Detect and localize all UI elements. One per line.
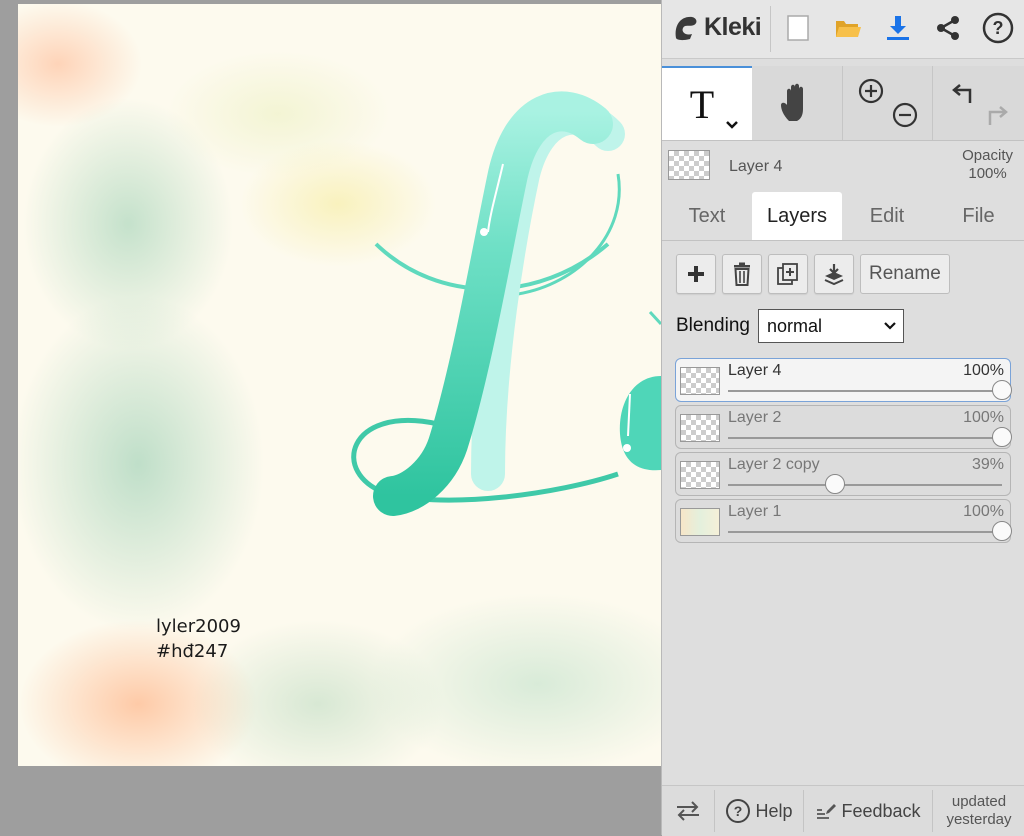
layer-name: Layer 2 copy <box>728 456 820 473</box>
slider-knob[interactable] <box>992 380 1012 400</box>
layer-thumbnail <box>680 508 720 536</box>
help-button[interactable]: ? <box>980 10 1016 46</box>
layer-opacity: 100% <box>963 362 1004 379</box>
tab-layers[interactable]: Layers <box>752 192 842 240</box>
help-icon: ? <box>982 12 1014 44</box>
hand-tool-button[interactable] <box>752 66 842 140</box>
add-layer-button[interactable] <box>676 254 716 294</box>
layer-item[interactable]: Layer 2 100% <box>675 405 1012 449</box>
kleki-logo-icon <box>675 16 697 41</box>
feedback-link[interactable]: Feedback <box>804 786 932 836</box>
help-link[interactable]: ? Help <box>715 786 803 836</box>
layer-item[interactable]: Layer 4 100% <box>675 358 1012 402</box>
download-button[interactable] <box>880 10 916 46</box>
current-layer-thumbnail <box>668 150 710 180</box>
layer-opacity-slider[interactable] <box>728 380 1012 400</box>
side-panel: Kleki ? T Layer 4 Opacity 100% Text Laye… <box>661 0 1024 836</box>
zoom-buttons[interactable] <box>842 66 932 140</box>
slider-knob[interactable] <box>992 521 1012 541</box>
feedback-label: Feedback <box>841 800 921 821</box>
signature-line-1: lyler2009 <box>156 616 241 637</box>
layer-thumbnail <box>680 367 720 395</box>
svg-text:?: ? <box>993 18 1004 38</box>
top-toolbar: Kleki ? <box>662 0 1024 59</box>
current-layer-opacity: Opacity 100% <box>962 147 1013 183</box>
help-label: Help <box>755 800 793 821</box>
svg-text:T: T <box>690 82 714 127</box>
open-folder-icon <box>836 21 861 37</box>
logo-text: Kleki <box>704 12 762 41</box>
new-image-icon <box>787 15 809 41</box>
layer-opacity-slider[interactable] <box>728 474 1002 494</box>
rename-layer-button[interactable]: Rename <box>860 254 950 294</box>
layer-actions: Rename <box>676 254 950 294</box>
tab-edit[interactable]: Edit <box>842 192 932 240</box>
blending-label: Blending <box>676 315 750 336</box>
updated-line-1: updated <box>951 793 1007 810</box>
undo-redo-buttons[interactable] <box>932 66 1024 140</box>
signature-line-2: #hđ247 <box>156 641 229 662</box>
new-image-button[interactable] <box>780 10 816 46</box>
opacity-label: Opacity <box>962 147 1013 164</box>
layer-opacity: 100% <box>963 503 1004 520</box>
kleki-logo[interactable]: Kleki <box>670 12 762 42</box>
layer-list: Layer 4 100% Layer 2 100% Layer 2 copy 3… <box>675 358 1012 546</box>
layer-name: Layer 1 <box>728 503 782 520</box>
tab-file[interactable]: File <box>932 192 1024 240</box>
current-layer-name: Layer 4 <box>729 158 783 175</box>
trash-icon <box>734 262 750 286</box>
layer-opacity: 100% <box>963 409 1004 426</box>
swap-arrows-icon <box>677 801 699 821</box>
slider-knob[interactable] <box>824 474 845 494</box>
tab-text[interactable]: Text <box>662 192 752 240</box>
help-circle-icon: ? <box>726 799 751 823</box>
merge-layer-button[interactable] <box>814 254 854 294</box>
share-icon <box>937 16 959 40</box>
layer-item[interactable]: Layer 2 copy 39% <box>675 452 1011 496</box>
svg-text:?: ? <box>734 803 743 819</box>
layer-opacity: 39% <box>971 456 1004 473</box>
open-image-button[interactable] <box>830 10 866 46</box>
share-button[interactable] <box>930 10 966 46</box>
swap-side-button[interactable] <box>662 786 714 836</box>
updated-status: updated yesterday <box>933 786 1024 836</box>
tool-row: T <box>662 66 1024 141</box>
layer-item[interactable]: Layer 1 100% <box>675 499 1012 543</box>
bottom-bar: ? Help Feedback updated yesterday <box>662 785 1024 836</box>
chevron-down-icon <box>884 322 896 330</box>
delete-layer-button[interactable] <box>722 254 762 294</box>
duplicate-icon <box>777 263 798 285</box>
merge-down-icon <box>824 264 844 286</box>
text-tool-icon: T <box>690 82 738 129</box>
layer-name: Layer 2 <box>728 409 782 426</box>
signature-text: lyler2009 #hđ247 <box>156 614 241 664</box>
blending-value: normal <box>766 315 822 336</box>
undo-redo-icon <box>952 84 1008 125</box>
opacity-value: 100% <box>968 165 1007 182</box>
layer-thumbnail <box>680 414 720 442</box>
toolbar-divider <box>770 6 771 52</box>
download-icon <box>887 16 909 40</box>
duplicate-layer-button[interactable] <box>768 254 808 294</box>
layer-opacity-slider[interactable] <box>728 427 1012 447</box>
panel-tabs: Text Layers Edit File <box>662 192 1024 241</box>
layer-thumbnail <box>680 461 720 489</box>
feedback-pencil-icon <box>817 804 837 819</box>
lettering-artwork <box>351 91 661 516</box>
updated-line-2: yesterday <box>946 811 1012 828</box>
hand-tool-icon <box>781 83 803 121</box>
layer-opacity-slider[interactable] <box>728 521 1012 541</box>
current-layer-info: Layer 4 Opacity 100% <box>662 142 1024 188</box>
plus-icon <box>688 266 704 282</box>
blending-select[interactable]: normal <box>757 309 904 343</box>
text-tool-button[interactable]: T <box>662 66 752 140</box>
zoom-icon <box>858 78 917 128</box>
layer-name: Layer 4 <box>728 362 782 379</box>
canvas-area: lyler2009 #hđ247 <box>0 0 661 835</box>
slider-knob[interactable] <box>992 427 1012 447</box>
drawing-canvas[interactable]: lyler2009 #hđ247 <box>18 4 661 766</box>
blending-row: Blending normal <box>676 309 904 343</box>
